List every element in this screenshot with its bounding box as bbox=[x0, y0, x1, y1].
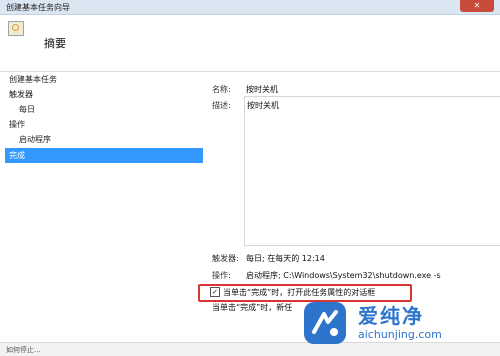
action-value: 启动程序; C:\Windows\System32\shutdown.exe -… bbox=[246, 271, 441, 280]
title-bar: 创建基本任务向导 ✕ bbox=[0, 0, 500, 15]
name-value: 按时关机 bbox=[246, 85, 278, 94]
page-title: 摘要 bbox=[44, 37, 66, 50]
window-title: 创建基本任务向导 bbox=[6, 3, 70, 12]
status-text: 如何停止... bbox=[6, 346, 41, 354]
wizard-steps-sidebar: 创建基本任务 触发器 每日 操作 启动程序 完成 bbox=[0, 72, 205, 342]
wizard-header: 摘要 bbox=[0, 15, 500, 72]
watermark-url: aichunjing.com bbox=[358, 328, 442, 341]
finish-hint-text: 当单击“完成”时，新任 bbox=[212, 303, 293, 312]
watermark-logo-icon bbox=[304, 302, 346, 344]
trigger-value: 每日; 在每天的 12:14 bbox=[246, 254, 325, 263]
description-box[interactable]: 按时关机 bbox=[244, 96, 500, 246]
description-value: 按时关机 bbox=[247, 101, 279, 110]
open-properties-checkbox[interactable]: ✓ bbox=[210, 287, 220, 297]
name-label: 名称: bbox=[212, 85, 231, 94]
watermark-chinese-text: 爱纯净 bbox=[358, 304, 424, 328]
sidebar-item-finish[interactable]: 完成 bbox=[5, 148, 203, 163]
sidebar-item-trigger[interactable]: 触发器 bbox=[9, 89, 33, 100]
sidebar-item-create-basic-task[interactable]: 创建基本任务 bbox=[9, 74, 57, 85]
sidebar-item-daily[interactable]: 每日 bbox=[19, 104, 35, 115]
site-watermark: 爱纯净 aichunjing.com bbox=[300, 292, 500, 354]
task-wizard-icon bbox=[8, 21, 24, 36]
close-button[interactable]: ✕ bbox=[460, 0, 494, 12]
sidebar-item-action[interactable]: 操作 bbox=[9, 119, 25, 130]
trigger-label: 触发器: bbox=[212, 254, 239, 263]
sidebar-item-start-program[interactable]: 启动程序 bbox=[19, 134, 51, 145]
description-label: 描述: bbox=[212, 101, 231, 110]
action-label: 操作: bbox=[212, 271, 231, 280]
